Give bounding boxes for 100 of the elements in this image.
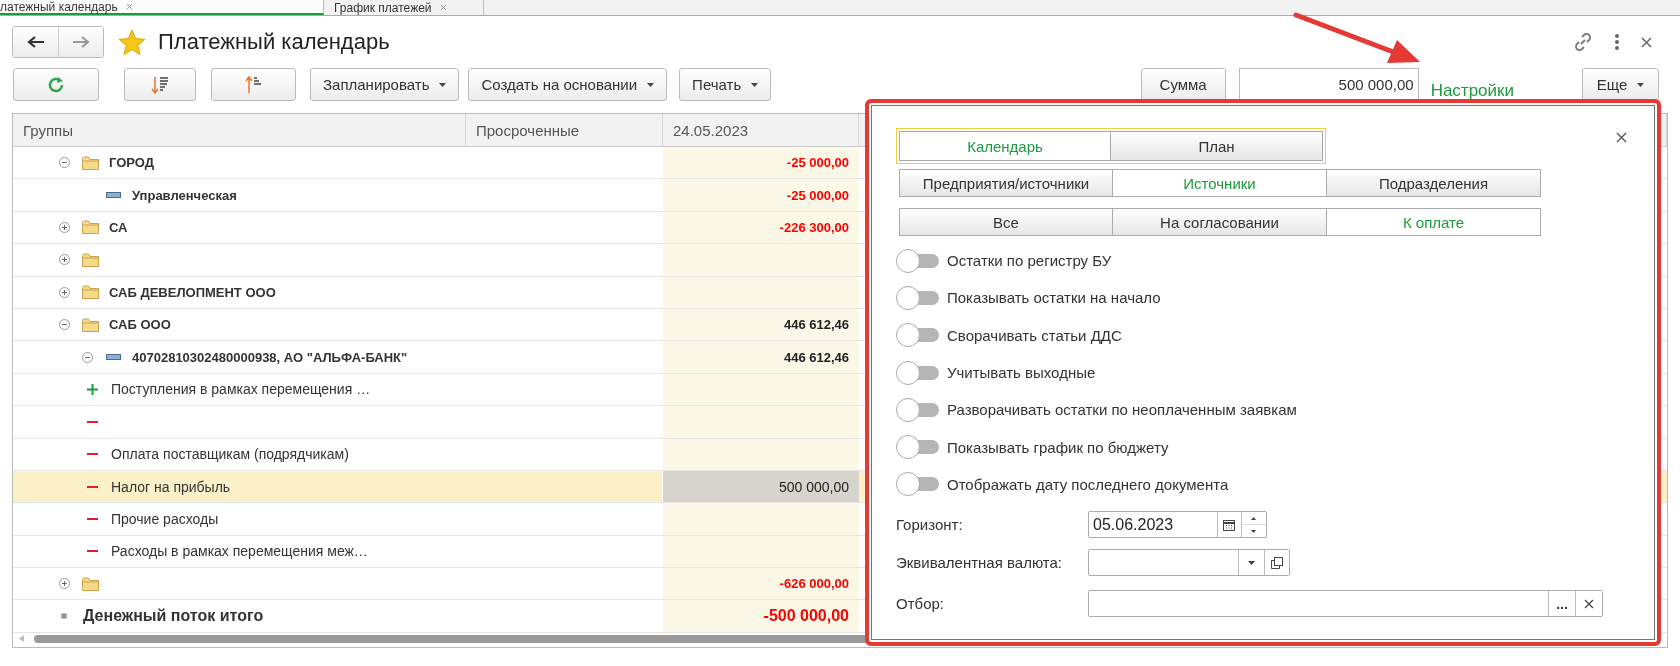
toggle-switch[interactable] — [896, 285, 939, 310]
back-button[interactable] — [13, 27, 58, 57]
field-label: Горизонт: — [896, 516, 964, 534]
close-icon[interactable] — [1616, 132, 1627, 143]
calendar-icon — [1223, 518, 1236, 531]
date-field[interactable]: 05.06.2023 — [1088, 511, 1267, 539]
toggle-switch[interactable] — [896, 397, 939, 422]
minus-icon — [86, 550, 98, 553]
expander-icon[interactable] — [58, 221, 70, 233]
segment-tab[interactable]: На согласовании — [1113, 208, 1327, 236]
folder-icon — [81, 317, 99, 332]
row-label: 40702810302480000938, АО "АЛЬФА-БАНК" — [132, 349, 408, 365]
toggle-switch[interactable] — [896, 360, 939, 385]
star-icon[interactable] — [118, 28, 146, 56]
segment-tab[interactable]: Источники — [1113, 169, 1327, 197]
folder-icon — [81, 220, 99, 235]
forward-arrow-icon — [72, 36, 90, 48]
row-label: САБ ДЕВЕЛОПМЕНТ ООО — [109, 284, 276, 300]
sort-descending-icon — [151, 75, 169, 94]
folder-icon — [81, 252, 99, 267]
sum-field[interactable]: 500 000,00 — [1238, 68, 1419, 101]
table-cell: -25 000,00 — [663, 179, 859, 211]
minus-icon — [86, 420, 98, 423]
toggle-label: Отображать дату последнего документа — [947, 475, 1229, 493]
column-header[interactable]: Просроченные — [466, 114, 663, 146]
caret-icon — [1637, 82, 1645, 87]
column-header[interactable]: Группы — [13, 114, 466, 146]
segment-tab[interactable]: Все — [899, 208, 1113, 236]
toggle-switch[interactable] — [896, 323, 939, 348]
clear-icon — [1584, 598, 1594, 609]
segment-tab[interactable]: Предприятия/источники — [899, 169, 1113, 197]
close-icon[interactable] — [1641, 36, 1652, 48]
toggle-label: Показывать график по бюджету — [947, 438, 1169, 456]
column-header[interactable]: 24.05.2023 — [663, 114, 859, 146]
row-label: ГОРОД — [109, 155, 154, 171]
row-label: Оплата поставщикам (подрядчикам) — [111, 446, 349, 463]
folder-icon — [81, 576, 99, 591]
row-label: Прочие расходы — [111, 511, 219, 527]
caret-icon — [439, 82, 447, 87]
segment-tab[interactable]: К оплате — [1327, 208, 1541, 236]
segment-tab[interactable]: Календарь — [899, 131, 1111, 161]
refresh-button[interactable] — [13, 68, 99, 101]
filter-field[interactable]: ... — [1088, 590, 1603, 618]
tab[interactable]: латежный календарь — [0, 0, 324, 15]
table-cell: -25 000,00 — [663, 147, 859, 179]
expander-icon[interactable] — [58, 319, 70, 331]
toggle-label: Показывать остатки на начало — [947, 289, 1161, 307]
more-button[interactable]: Еще — [1582, 68, 1659, 101]
menu-button[interactable]: Запланировать — [310, 68, 460, 101]
back-arrow-icon — [26, 36, 45, 48]
expander-icon[interactable] — [58, 578, 70, 590]
open-icon — [1270, 556, 1283, 569]
toggle-label: Остатки по регистру БУ — [947, 252, 1112, 270]
row-label: Поступления в рамках перемещения … — [111, 381, 371, 398]
row-label: Налог на прибыль — [111, 478, 231, 495]
menu-button[interactable]: Создать на основании — [468, 68, 668, 101]
settings-link[interactable]: Настройки — [1430, 81, 1514, 101]
toggle-label: Сворачивать статьи ДДС — [947, 326, 1122, 344]
sum-button[interactable]: Сумма — [1140, 68, 1226, 101]
table-cell: -226 300,00 — [663, 211, 859, 244]
dash-icon — [105, 354, 121, 361]
caret-icon — [647, 82, 655, 87]
plus-icon — [86, 383, 98, 395]
expander-icon[interactable] — [58, 254, 70, 266]
tab[interactable]: График платежей — [324, 0, 484, 15]
link-icon[interactable] — [1573, 32, 1593, 52]
expander-icon[interactable] — [58, 157, 70, 169]
bullet-icon — [61, 613, 67, 620]
caret-icon — [1247, 560, 1255, 565]
expander-icon[interactable] — [81, 351, 93, 363]
toggle-switch[interactable] — [896, 472, 939, 497]
row-label: Управленческая — [132, 187, 237, 203]
toggle-switch[interactable] — [896, 435, 939, 460]
minus-icon — [86, 485, 98, 488]
dash-icon — [105, 192, 121, 199]
sort-ascending-icon — [244, 75, 263, 94]
window-title: Платежный календарь — [158, 29, 390, 55]
row-label: Расходы в рамках перемещения меж… — [111, 543, 368, 560]
row-label: САБ ООО — [109, 317, 171, 333]
menu-button[interactable]: Печать — [679, 68, 772, 101]
scroll-left-icon[interactable] — [19, 635, 24, 643]
row-label: СА — [109, 219, 128, 235]
table-cell: -500 000,00 — [663, 600, 859, 632]
dropdown-field[interactable] — [1088, 549, 1290, 577]
sort-down-button[interactable] — [124, 68, 196, 101]
table-cell: 500 000,00 — [663, 470, 859, 503]
minus-icon — [86, 518, 98, 520]
toggle-switch[interactable] — [896, 248, 939, 273]
clear-button[interactable] — [1575, 591, 1602, 617]
open-button[interactable] — [1263, 550, 1289, 576]
segment-tab[interactable]: План — [1111, 131, 1323, 161]
more-icon[interactable] — [1615, 34, 1619, 50]
segment-tab[interactable]: Подразделения — [1327, 169, 1541, 197]
expander-icon[interactable] — [58, 286, 70, 298]
sort-up-button[interactable] — [211, 68, 296, 101]
table-cell: 446 612,46 — [663, 308, 859, 341]
folder-icon — [81, 155, 99, 170]
table-cell: -626 000,00 — [663, 568, 859, 600]
row-label: Денежный поток итого — [83, 607, 264, 626]
caret-icon — [751, 82, 759, 87]
